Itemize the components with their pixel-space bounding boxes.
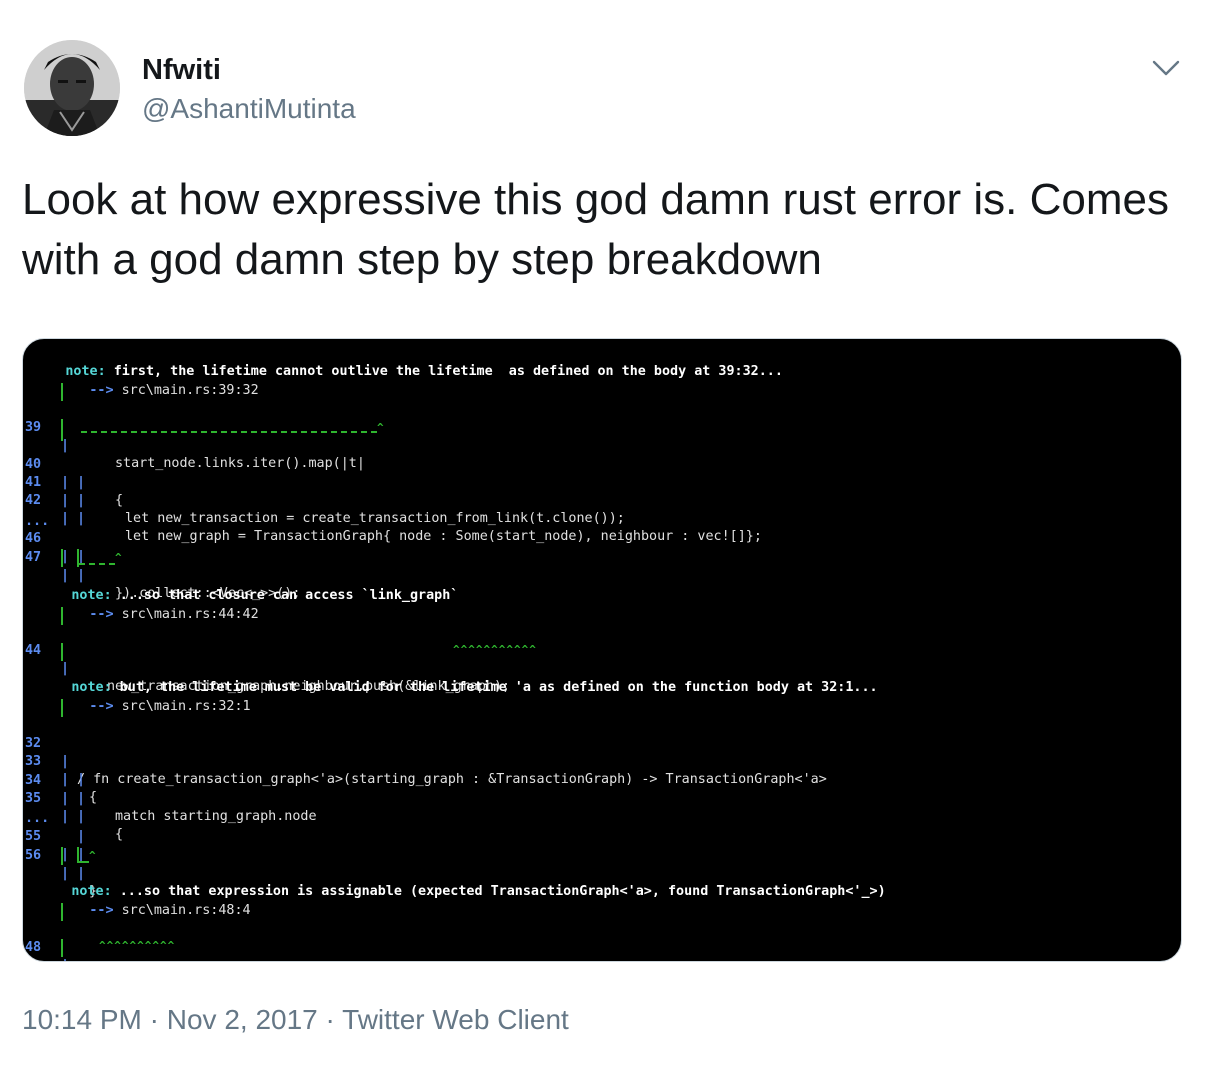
gutter-bar [61, 549, 63, 567]
code-line: 48 | link_graph [23, 921, 1181, 961]
location-arrow: --> [89, 699, 114, 714]
note-line: note: first, the lifetime cannot outlive… [23, 345, 783, 379]
line-number: 44 [25, 643, 42, 658]
code-line: 41 | | let new_transaction = create_trans… [25, 475, 625, 526]
location-arrow: --> [89, 607, 114, 622]
location-line: --> src\main.rs:32:1 [41, 680, 250, 714]
chevron-down-icon[interactable] [1150, 54, 1182, 82]
note-line: note: ...so that closure can access `lin… [23, 569, 458, 603]
tweet-media-image[interactable]: note: first, the lifetime cannot outlive… [22, 338, 1182, 962]
gutter-bar [61, 699, 63, 717]
separator: · [325, 1004, 335, 1035]
tweet-time[interactable]: 10:14 PM [22, 1004, 142, 1035]
tweet-date[interactable]: Nov 2, 2017 [167, 1004, 318, 1035]
code-line: 39 | start_node.links.iter().map(|t| [25, 420, 365, 471]
location-arrow: --> [89, 383, 114, 398]
underline [81, 431, 377, 433]
avatar[interactable] [24, 40, 120, 136]
gutter-bar [61, 939, 63, 957]
note-line: note: ...so that expression is assignabl… [23, 865, 885, 899]
code-text: { [115, 493, 124, 508]
code-line: 32 | / fn create_transaction_graph<'a>(s… [25, 736, 827, 787]
code-line: 35 | | { [25, 791, 124, 842]
line-number: 56 [25, 848, 42, 863]
tweet-client[interactable]: Twitter Web Client [342, 1004, 569, 1035]
line-number: 39 [25, 420, 42, 435]
code-line: 40 | | { [25, 457, 124, 508]
gutter-bar [61, 847, 63, 865]
gutter-bar [61, 607, 63, 625]
line-number: 48 [25, 940, 42, 955]
underline [79, 861, 89, 863]
ellipsis-line: ... | [25, 811, 86, 844]
location-line: --> src\main.rs:48:4 [41, 884, 250, 918]
code-line: 33 | | { [25, 754, 98, 805]
note-line: note: but, the lifetime must be valid fo… [23, 661, 877, 695]
code-line: 44 | new_transaction_graph.neighbour.pus… [25, 643, 511, 694]
location-path: src\main.rs:48:4 [113, 903, 251, 918]
code-line: 42 | | let new_graph = TransactionGraph{ … [25, 493, 762, 544]
gutter-bar [61, 643, 63, 661]
caret-underline: ^^^^^^^^^^^ [453, 643, 537, 656]
location-arrow: --> [89, 903, 114, 918]
code-line: 34 | | match starting_graph.node [25, 773, 317, 824]
caret-underline: ^^^^^^^^^^ [99, 939, 176, 952]
location-path: src\main.rs:39:32 [113, 383, 259, 398]
tweet-footer: 10:14 PM · Nov 2, 2017 · Twitter Web Cli… [22, 1004, 569, 1036]
code-line: 46 | | [25, 531, 86, 564]
location-path: src\main.rs:44:42 [113, 607, 259, 622]
code-line: 56 | | } [25, 848, 98, 899]
line-number: 47 [25, 550, 42, 565]
code-line: 55 | | [25, 829, 86, 862]
tweet-text: Look at how expressive this god damn rus… [22, 175, 1169, 284]
code-text: { [89, 790, 98, 805]
location-path: src\main.rs:32:1 [113, 699, 251, 714]
author-handle[interactable]: @AshantiMutinta [142, 93, 356, 125]
author-name[interactable]: Nfwiti [142, 54, 221, 87]
underline [79, 563, 115, 565]
gutter-bar [61, 383, 63, 401]
code-line: 47 | | }).collect::<Vec<_>>(); [25, 550, 301, 601]
location-line: --> src\main.rs:39:32 [41, 364, 258, 398]
gutter-bar [61, 903, 63, 921]
avatar-photo [24, 40, 120, 136]
ellipsis-line: ... [23, 495, 71, 529]
separator: · [149, 1004, 159, 1035]
location-line: --> src\main.rs:44:42 [41, 588, 258, 622]
